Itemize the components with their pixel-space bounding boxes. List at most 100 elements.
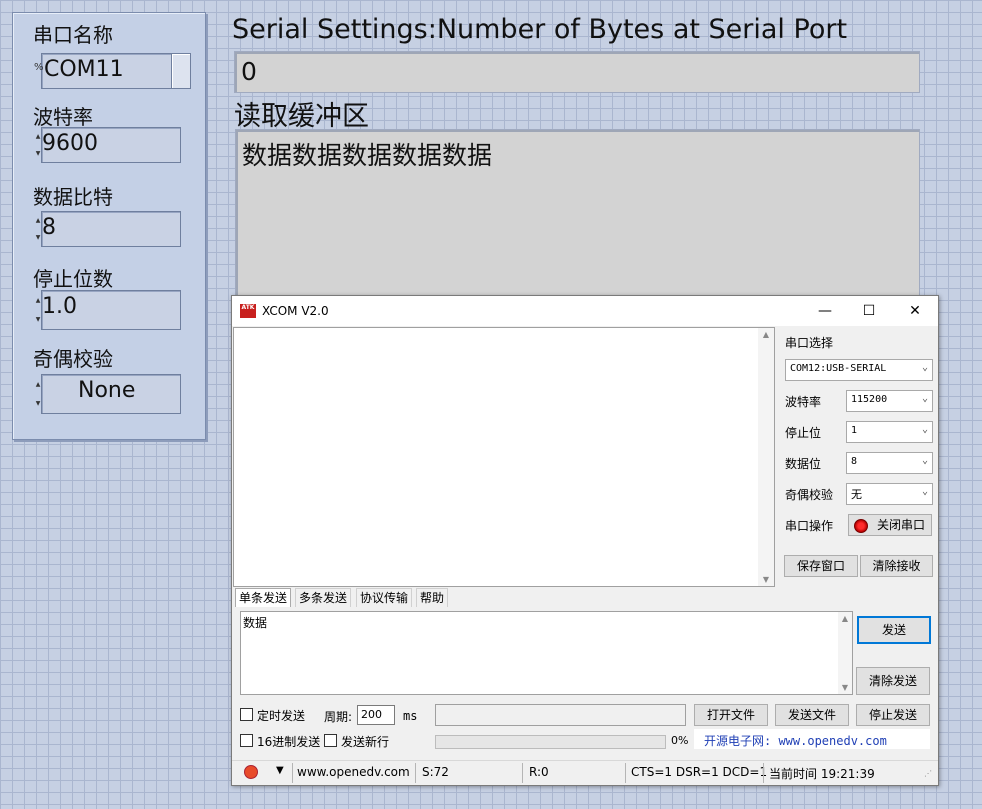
- maximize-button[interactable]: ☐: [846, 296, 892, 326]
- stopbits-numeric[interactable]: ▲ ▼ 1.0: [36, 290, 181, 330]
- xcom-stop-value: 1: [851, 425, 858, 436]
- stopbits-value: 1.0: [42, 294, 77, 319]
- website-banner[interactable]: 开源电子网: www.openedv.com: [694, 729, 930, 749]
- send-scrollbar[interactable]: ▲ ▼: [838, 612, 852, 694]
- read-buffer-title: 读取缓冲区: [234, 101, 369, 132]
- bytes-at-port-indicator: 0: [234, 51, 920, 93]
- port-op-label: 串口操作: [785, 519, 834, 533]
- port-name-label: 串口名称: [33, 23, 113, 47]
- serial-config-panel: 串口名称 % COM11 波特率 ▲ ▼ 9600 数据比特 ▲ ▼ 8 停止位数 …: [12, 12, 206, 440]
- xcom-titlebar[interactable]: ATK XCOM V2.0 — ☐ ✕: [232, 296, 938, 326]
- minimize-button[interactable]: —: [802, 296, 848, 326]
- scroll-down-icon[interactable]: ▼: [758, 575, 774, 584]
- status-lines: CTS=1 DSR=1 DCD=1: [631, 765, 768, 779]
- tab-protocol[interactable]: 协议传输: [356, 588, 413, 607]
- resize-grip-icon[interactable]: ⋰: [924, 769, 932, 778]
- xcom-window: ATK XCOM V2.0 — ☐ ✕ ▲ ▼ 串口选择 COM12:USB-S…: [231, 295, 939, 786]
- send-text: 数据: [243, 616, 268, 630]
- xcom-stop-label: 停止位: [785, 426, 822, 440]
- chevron-down-icon: ⌄: [921, 486, 928, 497]
- xcom-stop-select[interactable]: 1 ⌄: [846, 421, 933, 443]
- stop-send-button[interactable]: 停止发送: [856, 704, 930, 726]
- databits-numeric[interactable]: ▲ ▼ 8: [36, 211, 181, 247]
- close-port-label: 关闭串口: [877, 518, 926, 532]
- receive-scrollbar[interactable]: ▲ ▼: [758, 328, 774, 586]
- xcom-parity-value: 无: [851, 488, 862, 501]
- databits-spinner-icon[interactable]: ▲ ▼: [34, 212, 42, 246]
- baud-label: 波特率: [33, 105, 93, 129]
- bytes-at-port-title: Serial Settings:Number of Bytes at Seria…: [232, 14, 848, 45]
- port-name-combo[interactable]: % COM11: [34, 53, 191, 89]
- save-window-button[interactable]: 保存窗口: [784, 555, 858, 577]
- clear-send-button[interactable]: 清除发送: [856, 667, 930, 695]
- tab-multi-send[interactable]: 多条发送: [295, 588, 352, 607]
- status-recv-count: R:0: [529, 765, 549, 779]
- clear-receive-button[interactable]: 清除接收: [860, 555, 933, 577]
- file-path-field[interactable]: [435, 704, 686, 726]
- tab-single-send[interactable]: 单条发送: [235, 588, 292, 607]
- databits-label: 数据比特: [33, 185, 113, 209]
- scroll-up-icon[interactable]: ▲: [838, 614, 852, 623]
- close-button[interactable]: ✕: [892, 296, 938, 326]
- hex-send-label: 16进制发送: [257, 735, 321, 749]
- xcom-data-label: 数据位: [785, 457, 822, 471]
- tab-help[interactable]: 帮助: [416, 588, 449, 607]
- read-buffer-value: 数据数据数据数据数据: [242, 141, 493, 170]
- xcom-data-value: 8: [851, 456, 858, 467]
- port-name-dropdown-button[interactable]: [171, 54, 190, 88]
- parity-label: 奇偶校验: [33, 347, 113, 371]
- period-unit: ms: [403, 709, 418, 723]
- port-prefix-icon: %: [34, 62, 44, 73]
- timed-send-checkbox[interactable]: [240, 708, 253, 721]
- website-text: 开源电子网: www.openedv.com: [704, 734, 887, 748]
- period-value: 200: [361, 708, 382, 721]
- chevron-down-icon: ⌄: [921, 393, 928, 404]
- chevron-down-icon: ⌄: [921, 455, 928, 466]
- send-textarea[interactable]: 数据 ▲ ▼: [240, 611, 853, 695]
- dropdown-arrow-icon[interactable]: ▼: [276, 765, 284, 776]
- parity-value: None: [78, 378, 136, 403]
- chevron-down-icon: ⌄: [921, 424, 928, 435]
- xcom-baud-value: 115200: [851, 394, 888, 405]
- send-button[interactable]: 发送: [857, 616, 931, 644]
- baud-spinner-icon[interactable]: ▲ ▼: [34, 128, 42, 162]
- xcom-data-select[interactable]: 8 ⌄: [846, 452, 933, 474]
- port-status-led-icon: [854, 519, 868, 533]
- port-name-value: COM11: [44, 57, 124, 82]
- baud-numeric[interactable]: ▲ ▼ 9600: [36, 127, 181, 163]
- status-time: 当前时间 19:21:39: [769, 767, 875, 781]
- bytes-at-port-value: 0: [241, 57, 257, 86]
- stopbits-label: 停止位数: [33, 267, 113, 291]
- scroll-down-icon[interactable]: ▼: [838, 683, 852, 692]
- hex-send-checkbox[interactable]: [240, 734, 253, 747]
- parity-spinner-icon[interactable]: ▲ ▼: [34, 375, 42, 413]
- gear-icon[interactable]: [244, 765, 258, 779]
- xcom-baud-select[interactable]: 115200 ⌄: [846, 390, 933, 412]
- xcom-parity-select[interactable]: 无 ⌄: [846, 483, 933, 505]
- atk-logo-icon: ATK: [240, 304, 256, 318]
- xcom-parity-label: 奇偶校验: [785, 488, 834, 502]
- send-progress-bar: [435, 735, 666, 749]
- xcom-baud-label: 波特率: [785, 395, 822, 409]
- chevron-down-icon: ⌄: [921, 362, 928, 373]
- xcom-title: XCOM V2.0: [262, 304, 329, 318]
- status-url[interactable]: www.openedv.com: [297, 765, 410, 779]
- send-file-button[interactable]: 发送文件: [775, 704, 849, 726]
- scroll-up-icon[interactable]: ▲: [758, 330, 774, 339]
- baud-value: 9600: [42, 131, 98, 156]
- status-bar: ▼ www.openedv.com S:72 R:0 CTS=1 DSR=1 D…: [232, 760, 938, 785]
- port-select-label: 串口选择: [785, 336, 834, 350]
- receive-textarea[interactable]: ▲ ▼: [233, 327, 775, 587]
- open-file-button[interactable]: 打开文件: [694, 704, 768, 726]
- port-select[interactable]: COM12:USB-SERIAL ⌄: [785, 359, 933, 381]
- stopbits-spinner-icon[interactable]: ▲ ▼: [34, 291, 42, 329]
- newline-checkbox[interactable]: [324, 734, 337, 747]
- status-sent-count: S:72: [422, 765, 449, 779]
- period-input[interactable]: 200: [357, 705, 395, 725]
- period-label: 周期:: [324, 710, 353, 724]
- databits-value: 8: [42, 215, 56, 240]
- close-port-button[interactable]: 关闭串口: [848, 514, 932, 536]
- newline-label: 发送新行: [341, 735, 390, 749]
- port-select-value: COM12:USB-SERIAL: [790, 363, 887, 374]
- parity-ring[interactable]: ▲ ▼ None: [36, 374, 181, 414]
